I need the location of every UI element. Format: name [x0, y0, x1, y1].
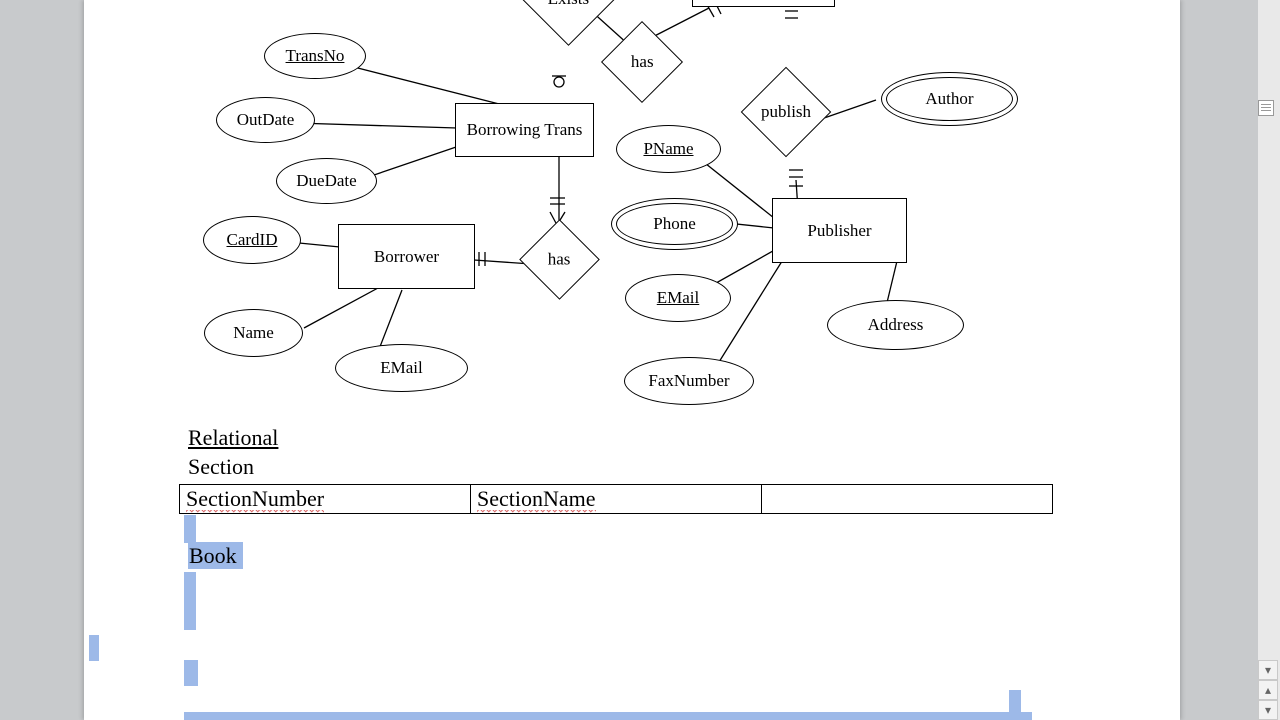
selection-mark-5 [1009, 690, 1021, 712]
col-sectionname: SectionName [477, 486, 596, 513]
attr-address: Address [827, 300, 964, 350]
attr-email-publisher: EMail [625, 274, 731, 322]
entity-borrowing-trans: Borrowing Trans [455, 103, 594, 157]
heading-relational: Relational [188, 425, 278, 451]
table-section[interactable]: SectionNumber SectionName [179, 484, 1053, 514]
attr-phone: Phone [611, 198, 738, 250]
selection-mark-6 [184, 712, 1032, 720]
scroll-down-icon[interactable]: ▾ [1258, 660, 1278, 680]
attr-pname: PName [616, 125, 721, 173]
entity-borrower: Borrower [338, 224, 475, 289]
attr-transno: TransNo [264, 33, 366, 79]
er-canvas: Exists Book TransNo OutDate DueDate Borr… [84, 0, 1180, 720]
heading-book: Book [188, 543, 243, 569]
selection-mark-2 [184, 572, 196, 630]
selection-mark-4 [184, 660, 198, 686]
next-page-icon[interactable]: ▾ [1258, 700, 1278, 720]
prev-page-icon[interactable]: ▴ [1258, 680, 1278, 700]
attr-faxnumber: FaxNumber [624, 357, 754, 405]
selection-mark [184, 515, 196, 543]
col-sectionnumber: SectionNumber [186, 486, 324, 513]
entity-book: Book [692, 0, 835, 7]
attr-outdate: OutDate [216, 97, 315, 143]
attr-cardid: CardID [203, 216, 301, 264]
attr-author: Author [881, 72, 1018, 126]
heading-section: Section [188, 454, 254, 480]
entity-publisher: Publisher [772, 198, 907, 263]
attr-email-borrower: EMail [335, 344, 468, 392]
selection-mark-3 [89, 635, 99, 661]
attr-duedate: DueDate [276, 158, 377, 204]
view-options-icon[interactable] [1258, 100, 1274, 116]
document-page: Exists Book TransNo OutDate DueDate Borr… [84, 0, 1180, 720]
attr-name: Name [204, 309, 303, 357]
